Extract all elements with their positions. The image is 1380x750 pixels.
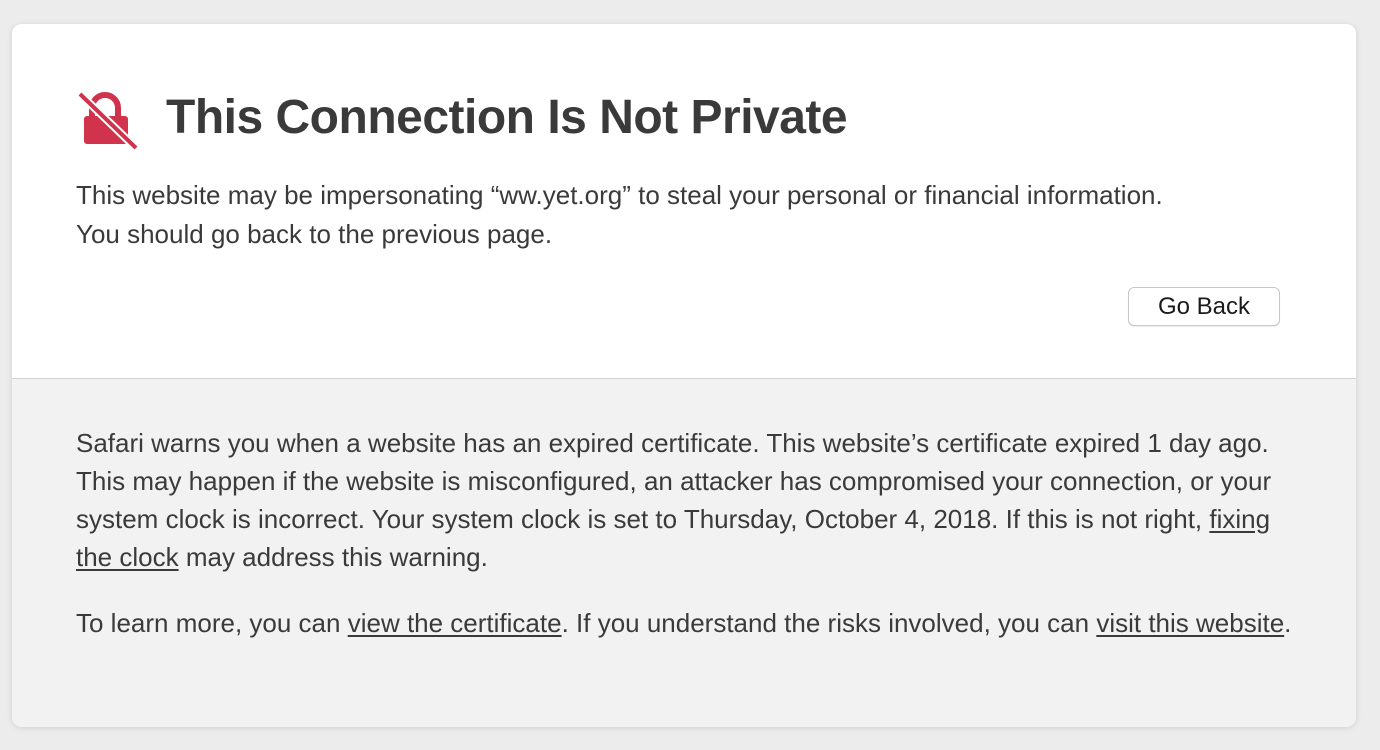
certificate-explanation: Safari warns you when a website has an e…	[76, 424, 1306, 576]
visit-website-link[interactable]: visit this website	[1096, 608, 1284, 638]
broken-lock-icon	[77, 91, 138, 150]
page-title: This Connection Is Not Private	[166, 91, 848, 144]
warning-card: This Connection Is Not Private This webs…	[12, 24, 1356, 727]
para2-text-end: .	[1284, 608, 1292, 638]
para2-text-start: To learn more, you can	[76, 608, 348, 638]
warning-intro-text: This website may be impersonating “ww.ye…	[76, 180, 1163, 249]
view-certificate-link[interactable]: view the certificate	[348, 608, 562, 638]
para1-text-start: Safari warns you when a website has an e…	[76, 428, 1272, 534]
learn-more-text: To learn more, you can view the certific…	[76, 604, 1306, 642]
para2-text-mid: . If you understand the risks involved, …	[561, 608, 1097, 638]
warning-header-section: This Connection Is Not Private This webs…	[12, 24, 1356, 378]
para1-text-end: may address this warning.	[178, 542, 488, 572]
go-back-button[interactable]: Go Back	[1128, 287, 1280, 326]
